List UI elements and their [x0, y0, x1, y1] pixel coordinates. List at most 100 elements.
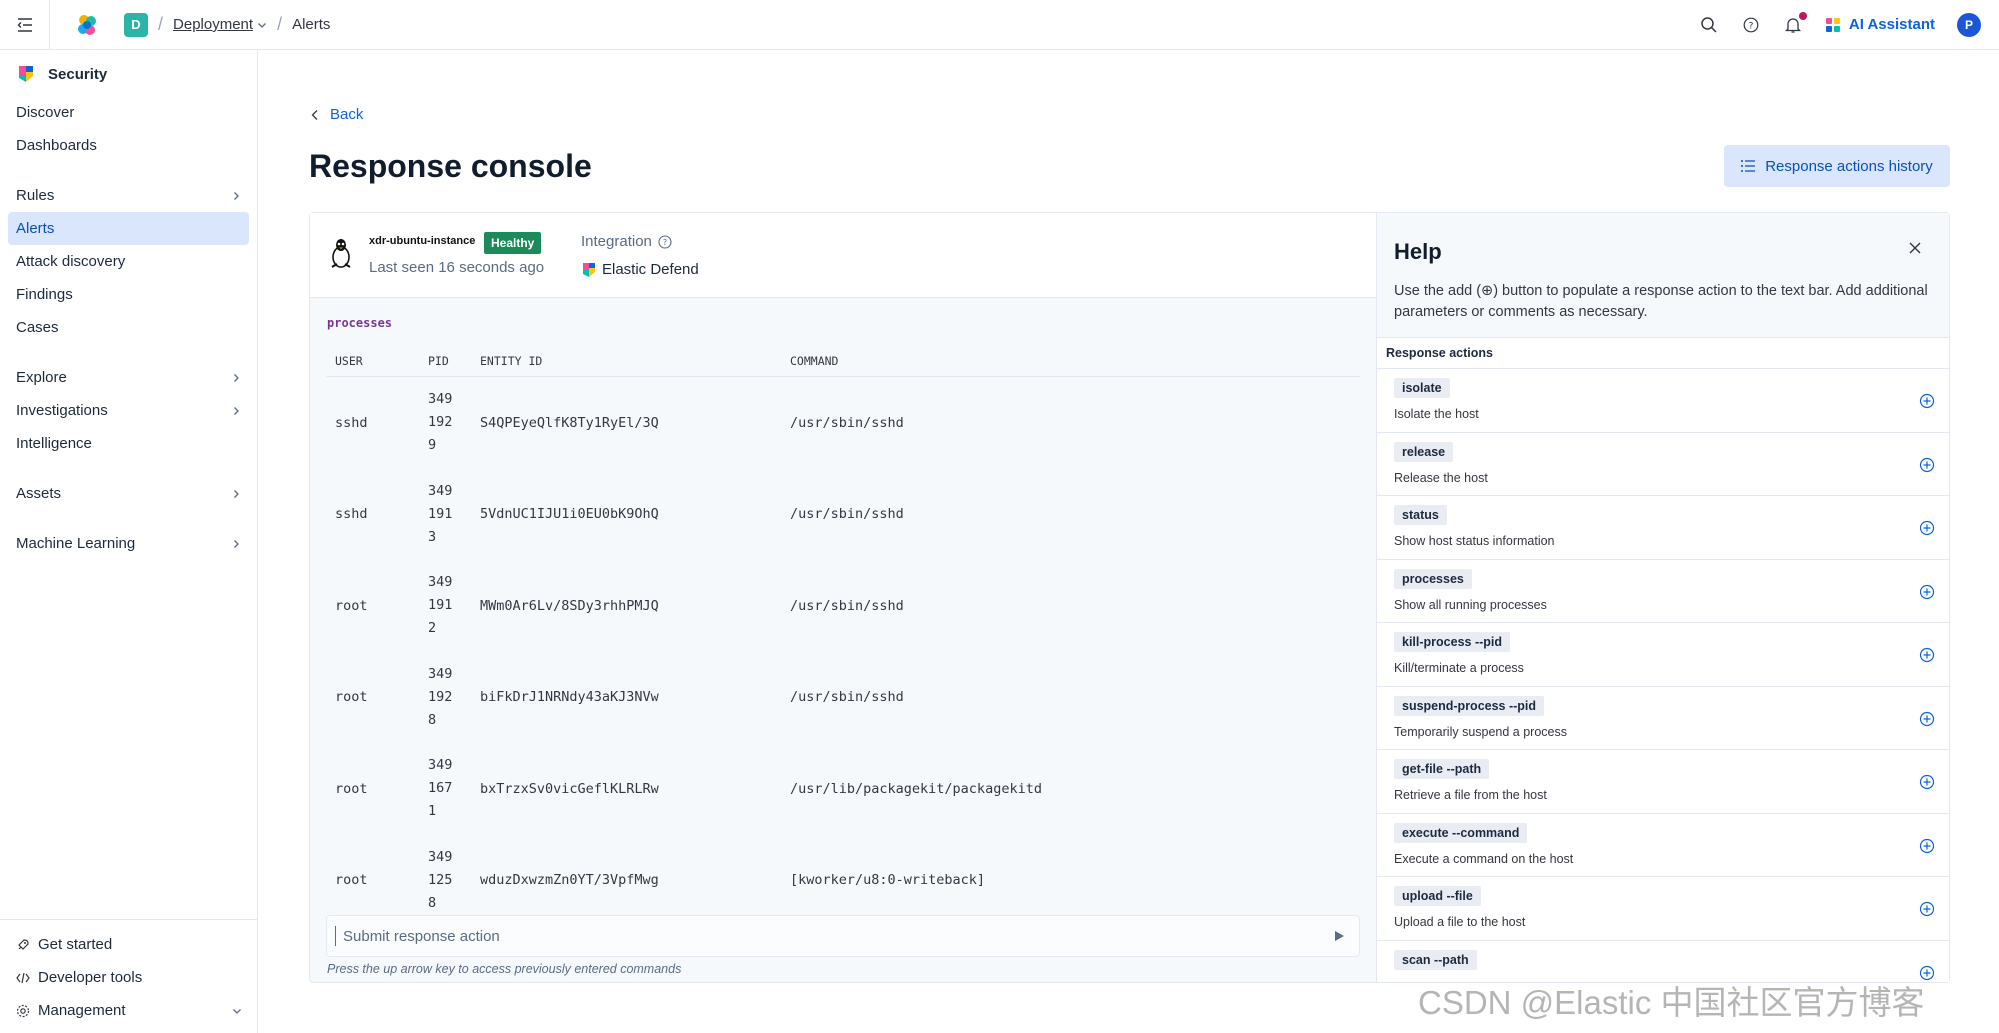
sidebar-item-get-started[interactable]: Get started	[8, 928, 250, 961]
chevron-left-icon	[311, 109, 318, 120]
cell-pid: 349 167 1	[428, 757, 453, 820]
sidebar-item-developer-tools[interactable]: Developer tools	[8, 961, 250, 994]
history-button-label: Response actions history	[1765, 157, 1933, 175]
breadcrumb-deployment[interactable]: Deployment	[173, 16, 267, 33]
help-icon[interactable]: ?	[1741, 15, 1761, 35]
cell-entity-id: biFkDrJ1NRNdy43aKJ3NVw	[480, 689, 659, 706]
add-action-icon[interactable]	[1919, 520, 1935, 541]
input-hint: Press the up arrow key to access previou…	[327, 962, 682, 976]
cell-pid: 349 191 2	[428, 574, 453, 637]
cell-command: /usr/lib/packagekit/packagekitd	[790, 780, 1042, 797]
table-header: USER PID ENTITY ID COMMAND	[326, 345, 1360, 377]
cell-user: root	[335, 872, 368, 889]
last-seen: Last seen 16 seconds ago	[369, 259, 545, 276]
list-item-processes: processes Show all running processes	[1377, 560, 1949, 623]
sidebar-item-attack-discovery[interactable]: Attack discovery	[8, 245, 249, 278]
chevron-right-icon	[234, 373, 239, 382]
input-placeholder: Submit response action	[343, 927, 500, 945]
svg-text:?: ?	[663, 238, 667, 247]
chevron-right-icon	[234, 489, 239, 498]
integration-label: Integration ?	[581, 233, 672, 250]
sidebar: Security Discover Dashboards Rules Alert…	[0, 50, 258, 1033]
add-action-icon[interactable]	[1919, 584, 1935, 605]
add-action-icon[interactable]	[1919, 393, 1935, 414]
top-bar: D / Deployment / Alerts ? AI Assistant P	[0, 0, 1999, 50]
sidebar-footer: Get started Developer tools Management	[0, 919, 258, 1033]
breadcrumb-alerts: Alerts	[292, 16, 331, 33]
integration-value: Elastic Defend	[582, 261, 699, 278]
sidebar-item-discover[interactable]: Discover	[8, 96, 249, 129]
chevron-right-icon	[234, 539, 239, 548]
command-echo: processes	[327, 316, 393, 330]
close-icon[interactable]	[1908, 241, 1922, 260]
space-avatar[interactable]: D	[124, 12, 148, 37]
list-item-execute: execute --command Execute a command on t…	[1377, 814, 1949, 877]
sidebar-item-management[interactable]: Management	[8, 994, 250, 1027]
chevron-down-icon	[258, 22, 267, 28]
action-description: Execute a command on the host	[1394, 851, 1574, 866]
console-pane: xdr-ubuntu-instance Healthy Last seen 16…	[310, 213, 1376, 982]
breadcrumb-separator: /	[277, 14, 283, 34]
question-icon[interactable]: ?	[658, 234, 672, 249]
sidebar-item-cases[interactable]: Cases	[8, 311, 249, 344]
user-avatar[interactable]: P	[1957, 12, 1981, 37]
table-row: root 349 167 1 bxTrzxSv0vicGeflKLRLRw /u…	[326, 743, 1360, 835]
sidebar-item-label: Investigations	[16, 402, 108, 419]
svg-text:?: ?	[1748, 21, 1753, 31]
sidebar-item-alerts[interactable]: Alerts	[8, 212, 249, 245]
table-row: root 349 192 8 biFkDrJ1NRNdy43aKJ3NVw /u…	[326, 652, 1360, 744]
column-header-user: USER	[335, 353, 363, 368]
cell-user: root	[335, 597, 368, 614]
action-code: get-file --path	[1394, 759, 1490, 779]
sidebar-item-assets[interactable]: Assets	[8, 477, 249, 510]
action-code: status	[1394, 505, 1447, 525]
host-name: xdr-ubuntu-instance	[369, 235, 476, 247]
action-description: Isolate the host	[1394, 407, 1479, 421]
ai-assistant-icon	[1825, 17, 1840, 32]
sidebar-item-investigations[interactable]: Investigations	[8, 394, 249, 427]
add-action-icon[interactable]	[1919, 901, 1935, 922]
sidebar-title: Security	[48, 65, 108, 83]
action-code: scan --path	[1394, 949, 1477, 970]
chevron-down-icon	[233, 1008, 241, 1014]
notification-dot	[1798, 11, 1807, 20]
add-action-icon[interactable]	[1919, 647, 1935, 668]
table-row: root 349 125 8 wduzDxwzmZn0YT/3VpfMwg [k…	[326, 835, 1360, 927]
action-description: Release the host	[1394, 470, 1488, 485]
sidebar-item-explore[interactable]: Explore	[8, 361, 249, 394]
ai-assistant-button[interactable]: AI Assistant	[1825, 16, 1935, 33]
action-code: execute --command	[1394, 822, 1528, 843]
cell-entity-id: bxTrzxSv0vicGeflKLRLRw	[480, 780, 659, 797]
sidebar-item-rules[interactable]: Rules	[8, 179, 249, 212]
action-description: Kill/terminate a process	[1394, 661, 1524, 675]
sidebar-item-machine-learning[interactable]: Machine Learning	[8, 527, 249, 560]
sidebar-item-findings[interactable]: Findings	[8, 278, 249, 311]
help-panel: Help Use the add (⊕) button to populate …	[1376, 213, 1949, 982]
list-item-status: status Show host status information	[1377, 496, 1949, 560]
integration-value-text: Elastic Defend	[602, 261, 699, 278]
sidebar-item-intelligence[interactable]: Intelligence	[8, 427, 249, 460]
search-icon[interactable]	[1699, 15, 1719, 35]
elastic-logo[interactable]	[62, 13, 112, 37]
back-link[interactable]: Back	[310, 106, 363, 123]
add-action-icon[interactable]	[1919, 711, 1935, 732]
help-header: Help Use the add (⊕) button to populate …	[1377, 213, 1949, 338]
add-action-icon[interactable]	[1919, 774, 1935, 795]
status-badge: Healthy	[484, 232, 542, 254]
sidebar-item-dashboards[interactable]: Dashboards	[8, 129, 249, 162]
linux-icon	[328, 237, 354, 274]
notifications-icon[interactable]	[1783, 11, 1807, 35]
gear-icon	[16, 1004, 30, 1017]
action-description: Retrieve a file from the host	[1394, 788, 1547, 802]
sidebar-header[interactable]: Security	[0, 50, 257, 96]
submit-icon[interactable]	[1319, 930, 1359, 942]
integration-label-text: Integration	[581, 233, 652, 250]
response-actions-history-button[interactable]: Response actions history	[1724, 145, 1950, 187]
add-action-icon[interactable]	[1919, 838, 1935, 859]
collapse-nav-icon[interactable]	[0, 0, 50, 50]
cell-pid: 349 192 9	[428, 391, 453, 454]
cell-pid: 349 191 3	[428, 482, 453, 545]
response-action-input[interactable]: Submit response action	[326, 915, 1360, 957]
action-code: release	[1394, 441, 1454, 462]
add-action-icon[interactable]	[1919, 457, 1935, 478]
